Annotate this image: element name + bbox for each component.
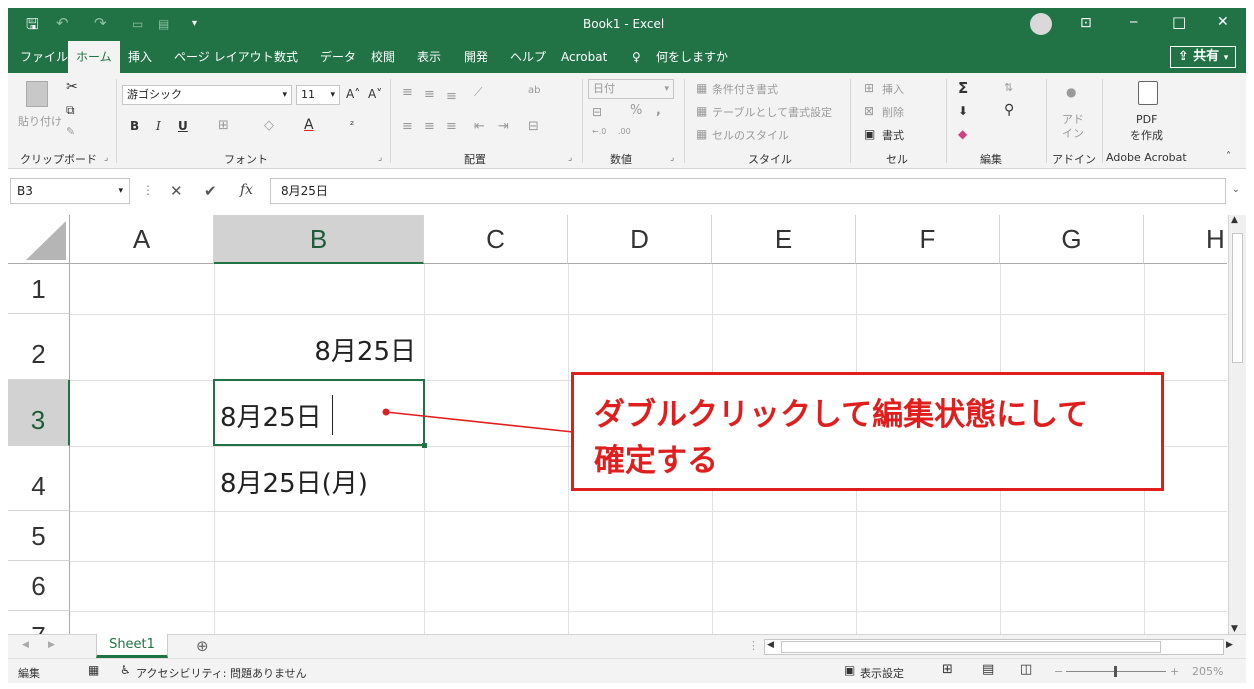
callout-line-1: ダブルクリックして編集状態にして <box>594 397 1089 433</box>
callout-line-2: 確定する <box>594 443 718 479</box>
annotation-arrow <box>382 408 574 433</box>
annotation-callout: ダブルクリックして編集状態にして 確定する <box>571 372 1164 491</box>
